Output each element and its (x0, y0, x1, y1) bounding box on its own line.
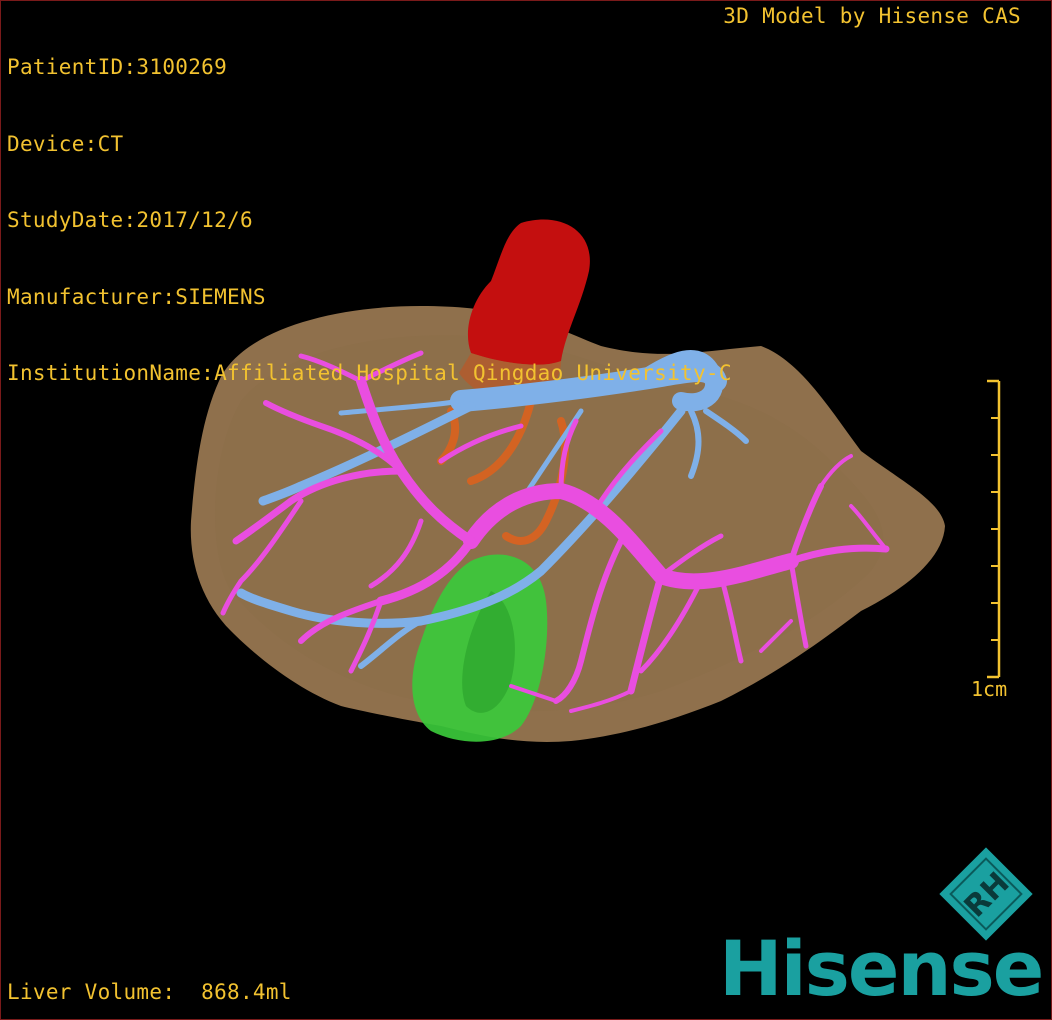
hisense-wordmark: Hisense (719, 924, 1044, 1013)
device: Device:CT (7, 131, 124, 156)
scale-bar-label: 1cm (971, 677, 1008, 701)
manufacturer: Manufacturer:SIEMENS (7, 284, 266, 309)
3d-viewport[interactable]: PatientID:3100269 Device:CT StudyDate:20… (0, 0, 1052, 1020)
scale-bar (987, 379, 1001, 679)
model-credit: 3D Model by Hisense CAS (723, 4, 1021, 28)
patient-info-block: PatientID:3100269 Device:CT StudyDate:20… (7, 4, 732, 438)
institution-name: InstitutionName:Affiliated Hospital Qing… (7, 361, 732, 385)
study-date: StudyDate:2017/12/6 (7, 208, 253, 232)
patient-id: PatientID:3100269 (7, 55, 228, 79)
liver-volume: Liver Volume: 868.4ml (7, 979, 292, 1004)
